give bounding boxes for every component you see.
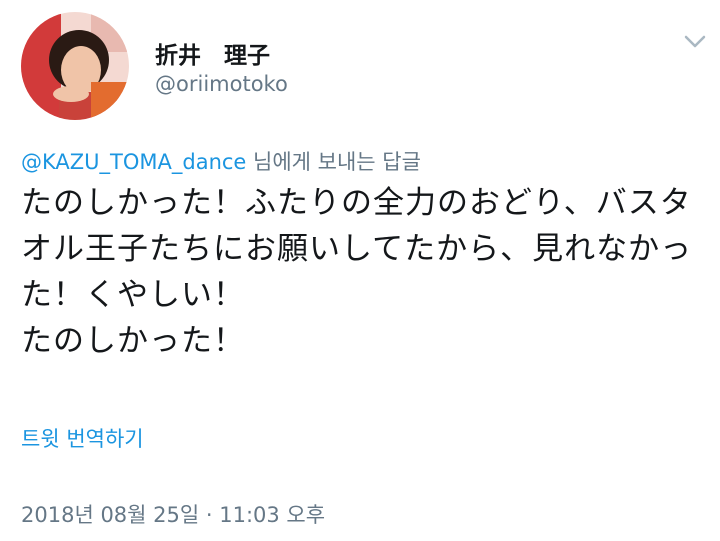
user-handle[interactable]: @oriimotoko: [155, 72, 288, 96]
tweet-text: たのしかった！ふたりの全力のおどり、バスタオル王子たちにお願いしてたから、見れな…: [21, 185, 693, 359]
reply-suffix: 님에게 보내는 답글: [246, 150, 421, 174]
tweet-timestamp[interactable]: 2018년 08월 25일 · 11:03 오후: [21, 499, 325, 529]
avatar[interactable]: [21, 12, 129, 120]
reply-mention-link[interactable]: @KAZU_TOMA_dance: [21, 150, 246, 174]
chevron-down-icon[interactable]: [683, 32, 707, 50]
tweet-card: 折井 理子 @oriimotoko @KAZU_TOMA_dance 님에게 보…: [0, 0, 720, 541]
display-name[interactable]: 折井 理子: [155, 36, 270, 70]
translate-tweet-link[interactable]: 트윗 번역하기: [21, 423, 144, 453]
reply-context: @KAZU_TOMA_dance 님에게 보내는 답글: [21, 146, 421, 176]
